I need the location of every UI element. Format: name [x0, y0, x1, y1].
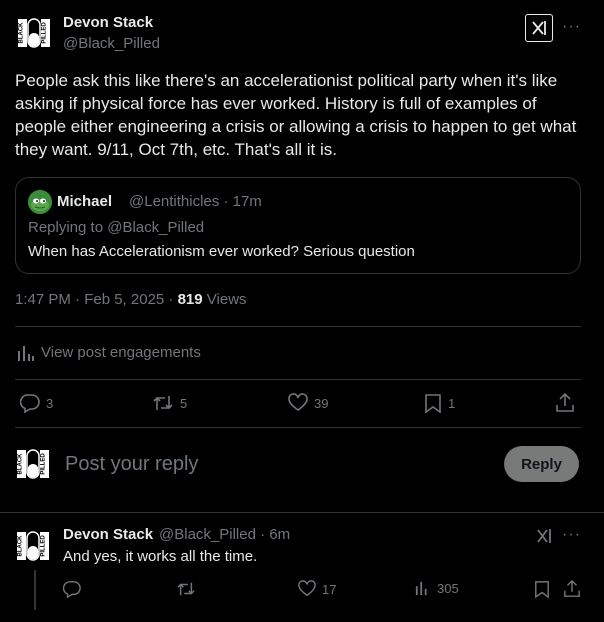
reply-bookmark-action[interactable] — [534, 580, 550, 598]
reply-action[interactable]: 3 — [20, 393, 53, 413]
reply-author-handle-time[interactable]: @Black_Pilled · 6m — [159, 526, 290, 543]
view-engagements-link[interactable]: View post engagements — [17, 344, 201, 361]
author-handle[interactable]: @Black_Pilled — [63, 35, 160, 52]
reply-views-count: 305 — [437, 580, 459, 596]
views-count: 819 — [177, 291, 203, 308]
share-icon — [556, 393, 574, 412]
post-metadata: 1:47 PM · Feb 5, 2025 · 819 Views — [15, 291, 247, 308]
grok-icon — [537, 529, 551, 543]
like-count: 39 — [314, 395, 329, 411]
reply-icon — [20, 394, 40, 413]
divider — [0, 512, 604, 513]
repost-action[interactable]: 5 — [152, 393, 187, 413]
svg-text:BLACK: BLACK — [18, 453, 24, 475]
post-timestamp[interactable]: 1:47 PM · Feb 5, 2025 · — [15, 291, 178, 308]
analytics-icon — [415, 581, 427, 596]
reply-author-avatar[interactable]: BLACK PILLED — [17, 530, 49, 562]
quoted-post[interactable]: Michael @Lentithicles · 17m Replying to … — [15, 177, 581, 274]
reply-reply-action[interactable] — [63, 580, 81, 598]
quoted-author-avatar[interactable] — [28, 190, 52, 214]
thread-line — [34, 570, 36, 610]
repost-count: 5 — [180, 395, 188, 411]
svg-text:PILLED: PILLED — [41, 535, 47, 557]
like-action[interactable]: 39 — [288, 393, 328, 413]
divider — [15, 379, 581, 380]
share-action[interactable] — [555, 393, 575, 413]
reply-count: 3 — [46, 395, 54, 411]
more-options-button[interactable]: ··· — [562, 18, 581, 36]
quoted-author-name[interactable]: Michael — [57, 193, 112, 210]
svg-text:BLACK: BLACK — [19, 22, 25, 44]
views-label: Views — [202, 291, 247, 308]
repost-icon — [153, 396, 173, 410]
heart-icon — [288, 393, 308, 411]
author-avatar[interactable]: BLACK PILLED — [17, 16, 51, 50]
repost-icon — [177, 582, 195, 596]
reply-like-count: 17 — [322, 581, 337, 597]
divider — [15, 427, 581, 428]
reply-grok-button[interactable] — [536, 527, 554, 550]
reply-text: And yes, it works all the time. — [63, 548, 258, 565]
analytics-icon — [18, 345, 34, 361]
bookmark-icon — [425, 394, 441, 413]
bookmark-action[interactable]: 1 — [424, 393, 455, 413]
heart-icon — [298, 580, 316, 597]
reply-button[interactable]: Reply — [504, 446, 579, 482]
divider — [15, 326, 581, 327]
reply-like-action[interactable]: 17 — [298, 580, 336, 598]
reply-views-action[interactable]: 305 — [415, 580, 459, 596]
author-name[interactable]: Devon Stack — [63, 14, 153, 31]
grok-icon — [532, 21, 546, 35]
share-icon — [564, 580, 580, 597]
quoted-author-handle-time[interactable]: @Lentithicles · 17m — [129, 193, 262, 210]
reply-input[interactable]: Post your reply — [65, 453, 198, 476]
reply-more-options-button[interactable]: ··· — [562, 526, 581, 544]
reply-share-action[interactable] — [563, 580, 581, 598]
reply-repost-action[interactable] — [176, 580, 196, 598]
bookmark-icon — [535, 581, 549, 598]
quoted-replying-to: Replying to @Black_Pilled — [28, 219, 205, 236]
engagements-label: View post engagements — [41, 344, 201, 361]
svg-text:BLACK: BLACK — [18, 535, 24, 557]
post-text: People ask this like there's an accelera… — [15, 71, 577, 159]
grok-button[interactable] — [525, 14, 553, 42]
reply-icon — [63, 581, 81, 598]
svg-text:PILLED: PILLED — [42, 22, 48, 44]
reply-author-name[interactable]: Devon Stack — [63, 526, 153, 543]
bookmark-count: 1 — [448, 395, 456, 411]
svg-text:PILLED: PILLED — [41, 453, 47, 475]
quoted-post-text: When has Accelerationism ever worked? Se… — [28, 243, 415, 260]
composer-avatar[interactable]: BLACK PILLED — [17, 448, 49, 480]
